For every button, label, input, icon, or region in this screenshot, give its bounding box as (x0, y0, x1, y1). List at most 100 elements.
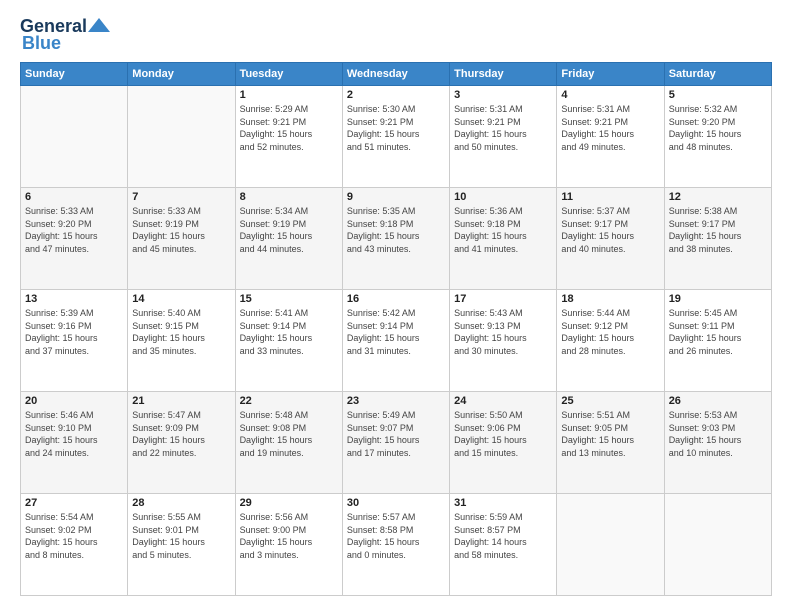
calendar-cell: 22 Sunrise: 5:48 AM Sunset: 9:08 PM Dayli… (235, 392, 342, 494)
calendar-cell: 31 Sunrise: 5:59 AM Sunset: 8:57 PM Dayli… (450, 494, 557, 596)
day-info: Sunrise: 5:43 AM Sunset: 9:13 PM Dayligh… (454, 307, 552, 357)
calendar-week-row: 27Sunrise: 5:54 AM Sunset: 9:02 PM Dayli… (21, 494, 772, 596)
calendar-weekday-header: Wednesday (342, 63, 449, 86)
calendar-week-row: 13Sunrise: 5:39 AM Sunset: 9:16 PM Dayli… (21, 290, 772, 392)
calendar-cell: 12 Sunrise: 5:38 AM Sunset: 9:17 PM Dayli… (664, 188, 771, 290)
day-number: 31 (454, 497, 552, 509)
day-info: Sunrise: 5:48 AM Sunset: 9:08 PM Dayligh… (240, 409, 338, 459)
day-info: Sunrise: 5:46 AM Sunset: 9:10 PM Dayligh… (25, 409, 123, 459)
logo-blue: Blue (22, 33, 61, 54)
day-info: Sunrise: 5:33 AM Sunset: 9:20 PM Dayligh… (25, 205, 123, 255)
day-info: Sunrise: 5:53 AM Sunset: 9:03 PM Dayligh… (669, 409, 767, 459)
calendar-cell: 8 Sunrise: 5:34 AM Sunset: 9:19 PM Daylig… (235, 188, 342, 290)
calendar-cell: 13Sunrise: 5:39 AM Sunset: 9:16 PM Dayli… (21, 290, 128, 392)
day-number: 9 (347, 191, 445, 203)
day-info: Sunrise: 5:37 AM Sunset: 9:17 PM Dayligh… (561, 205, 659, 255)
day-number: 2 (347, 89, 445, 101)
day-info: Sunrise: 5:54 AM Sunset: 9:02 PM Dayligh… (25, 511, 123, 561)
calendar-cell: 27Sunrise: 5:54 AM Sunset: 9:02 PM Dayli… (21, 494, 128, 596)
day-info: Sunrise: 5:59 AM Sunset: 8:57 PM Dayligh… (454, 511, 552, 561)
day-number: 12 (669, 191, 767, 203)
day-info: Sunrise: 5:33 AM Sunset: 9:19 PM Dayligh… (132, 205, 230, 255)
day-number: 24 (454, 395, 552, 407)
calendar-weekday-header: Sunday (21, 63, 128, 86)
day-info: Sunrise: 5:31 AM Sunset: 9:21 PM Dayligh… (561, 103, 659, 153)
calendar-cell: 9 Sunrise: 5:35 AM Sunset: 9:18 PM Daylig… (342, 188, 449, 290)
calendar-week-row: 1Sunrise: 5:29 AM Sunset: 9:21 PM Daylig… (21, 86, 772, 188)
calendar-cell: 17 Sunrise: 5:43 AM Sunset: 9:13 PM Dayli… (450, 290, 557, 392)
day-number: 3 (454, 89, 552, 101)
calendar-cell (664, 494, 771, 596)
calendar-week-row: 6 Sunrise: 5:33 AM Sunset: 9:20 PM Daylig… (21, 188, 772, 290)
day-number: 23 (347, 395, 445, 407)
day-number: 29 (240, 497, 338, 509)
header: General Blue (20, 16, 772, 54)
calendar-cell: 29 Sunrise: 5:56 AM Sunset: 9:00 PM Dayli… (235, 494, 342, 596)
day-info: Sunrise: 5:47 AM Sunset: 9:09 PM Dayligh… (132, 409, 230, 459)
day-number: 5 (669, 89, 767, 101)
calendar-weekday-header: Thursday (450, 63, 557, 86)
day-info: Sunrise: 5:51 AM Sunset: 9:05 PM Dayligh… (561, 409, 659, 459)
calendar-cell: 30Sunrise: 5:57 AM Sunset: 8:58 PM Dayli… (342, 494, 449, 596)
day-number: 19 (669, 293, 767, 305)
calendar-cell: 4 Sunrise: 5:31 AM Sunset: 9:21 PM Daylig… (557, 86, 664, 188)
day-info: Sunrise: 5:50 AM Sunset: 9:06 PM Dayligh… (454, 409, 552, 459)
day-number: 8 (240, 191, 338, 203)
calendar-cell: 10 Sunrise: 5:36 AM Sunset: 9:18 PM Dayli… (450, 188, 557, 290)
day-number: 28 (132, 497, 230, 509)
calendar-header-row: SundayMondayTuesdayWednesdayThursdayFrid… (21, 63, 772, 86)
calendar-cell: 24 Sunrise: 5:50 AM Sunset: 9:06 PM Dayli… (450, 392, 557, 494)
calendar-cell (128, 86, 235, 188)
day-info: Sunrise: 5:56 AM Sunset: 9:00 PM Dayligh… (240, 511, 338, 561)
calendar-cell: 19 Sunrise: 5:45 AM Sunset: 9:11 PM Dayli… (664, 290, 771, 392)
day-info: Sunrise: 5:36 AM Sunset: 9:18 PM Dayligh… (454, 205, 552, 255)
day-number: 21 (132, 395, 230, 407)
day-number: 10 (454, 191, 552, 203)
day-info: Sunrise: 5:31 AM Sunset: 9:21 PM Dayligh… (454, 103, 552, 153)
calendar-cell: 6 Sunrise: 5:33 AM Sunset: 9:20 PM Daylig… (21, 188, 128, 290)
calendar-cell: 15 Sunrise: 5:41 AM Sunset: 9:14 PM Dayli… (235, 290, 342, 392)
day-number: 30 (347, 497, 445, 509)
calendar-cell: 5Sunrise: 5:32 AM Sunset: 9:20 PM Daylig… (664, 86, 771, 188)
calendar-cell: 28 Sunrise: 5:55 AM Sunset: 9:01 PM Dayli… (128, 494, 235, 596)
calendar-cell (21, 86, 128, 188)
calendar-weekday-header: Saturday (664, 63, 771, 86)
day-info: Sunrise: 5:29 AM Sunset: 9:21 PM Dayligh… (240, 103, 338, 153)
calendar-cell: 26Sunrise: 5:53 AM Sunset: 9:03 PM Dayli… (664, 392, 771, 494)
day-info: Sunrise: 5:49 AM Sunset: 9:07 PM Dayligh… (347, 409, 445, 459)
calendar-week-row: 20 Sunrise: 5:46 AM Sunset: 9:10 PM Dayli… (21, 392, 772, 494)
calendar-cell: 3 Sunrise: 5:31 AM Sunset: 9:21 PM Daylig… (450, 86, 557, 188)
day-number: 17 (454, 293, 552, 305)
day-info: Sunrise: 5:38 AM Sunset: 9:17 PM Dayligh… (669, 205, 767, 255)
logo-icon (88, 18, 110, 32)
day-info: Sunrise: 5:40 AM Sunset: 9:15 PM Dayligh… (132, 307, 230, 357)
calendar-cell: 25Sunrise: 5:51 AM Sunset: 9:05 PM Dayli… (557, 392, 664, 494)
calendar-cell: 23 Sunrise: 5:49 AM Sunset: 9:07 PM Dayli… (342, 392, 449, 494)
day-number: 15 (240, 293, 338, 305)
calendar-cell: 1Sunrise: 5:29 AM Sunset: 9:21 PM Daylig… (235, 86, 342, 188)
day-info: Sunrise: 5:39 AM Sunset: 9:16 PM Dayligh… (25, 307, 123, 357)
day-info: Sunrise: 5:34 AM Sunset: 9:19 PM Dayligh… (240, 205, 338, 255)
calendar-weekday-header: Monday (128, 63, 235, 86)
day-info: Sunrise: 5:41 AM Sunset: 9:14 PM Dayligh… (240, 307, 338, 357)
day-number: 16 (347, 293, 445, 305)
day-number: 18 (561, 293, 659, 305)
calendar-cell (557, 494, 664, 596)
calendar-weekday-header: Tuesday (235, 63, 342, 86)
calendar-cell: 2 Sunrise: 5:30 AM Sunset: 9:21 PM Daylig… (342, 86, 449, 188)
day-number: 7 (132, 191, 230, 203)
day-info: Sunrise: 5:45 AM Sunset: 9:11 PM Dayligh… (669, 307, 767, 357)
day-info: Sunrise: 5:35 AM Sunset: 9:18 PM Dayligh… (347, 205, 445, 255)
calendar-weekday-header: Friday (557, 63, 664, 86)
calendar-cell: 21 Sunrise: 5:47 AM Sunset: 9:09 PM Dayli… (128, 392, 235, 494)
day-info: Sunrise: 5:42 AM Sunset: 9:14 PM Dayligh… (347, 307, 445, 357)
day-info: Sunrise: 5:30 AM Sunset: 9:21 PM Dayligh… (347, 103, 445, 153)
calendar-table: SundayMondayTuesdayWednesdayThursdayFrid… (20, 62, 772, 596)
calendar-cell: 16 Sunrise: 5:42 AM Sunset: 9:14 PM Dayli… (342, 290, 449, 392)
day-info: Sunrise: 5:55 AM Sunset: 9:01 PM Dayligh… (132, 511, 230, 561)
day-number: 20 (25, 395, 123, 407)
day-number: 22 (240, 395, 338, 407)
day-number: 14 (132, 293, 230, 305)
day-number: 4 (561, 89, 659, 101)
day-number: 6 (25, 191, 123, 203)
